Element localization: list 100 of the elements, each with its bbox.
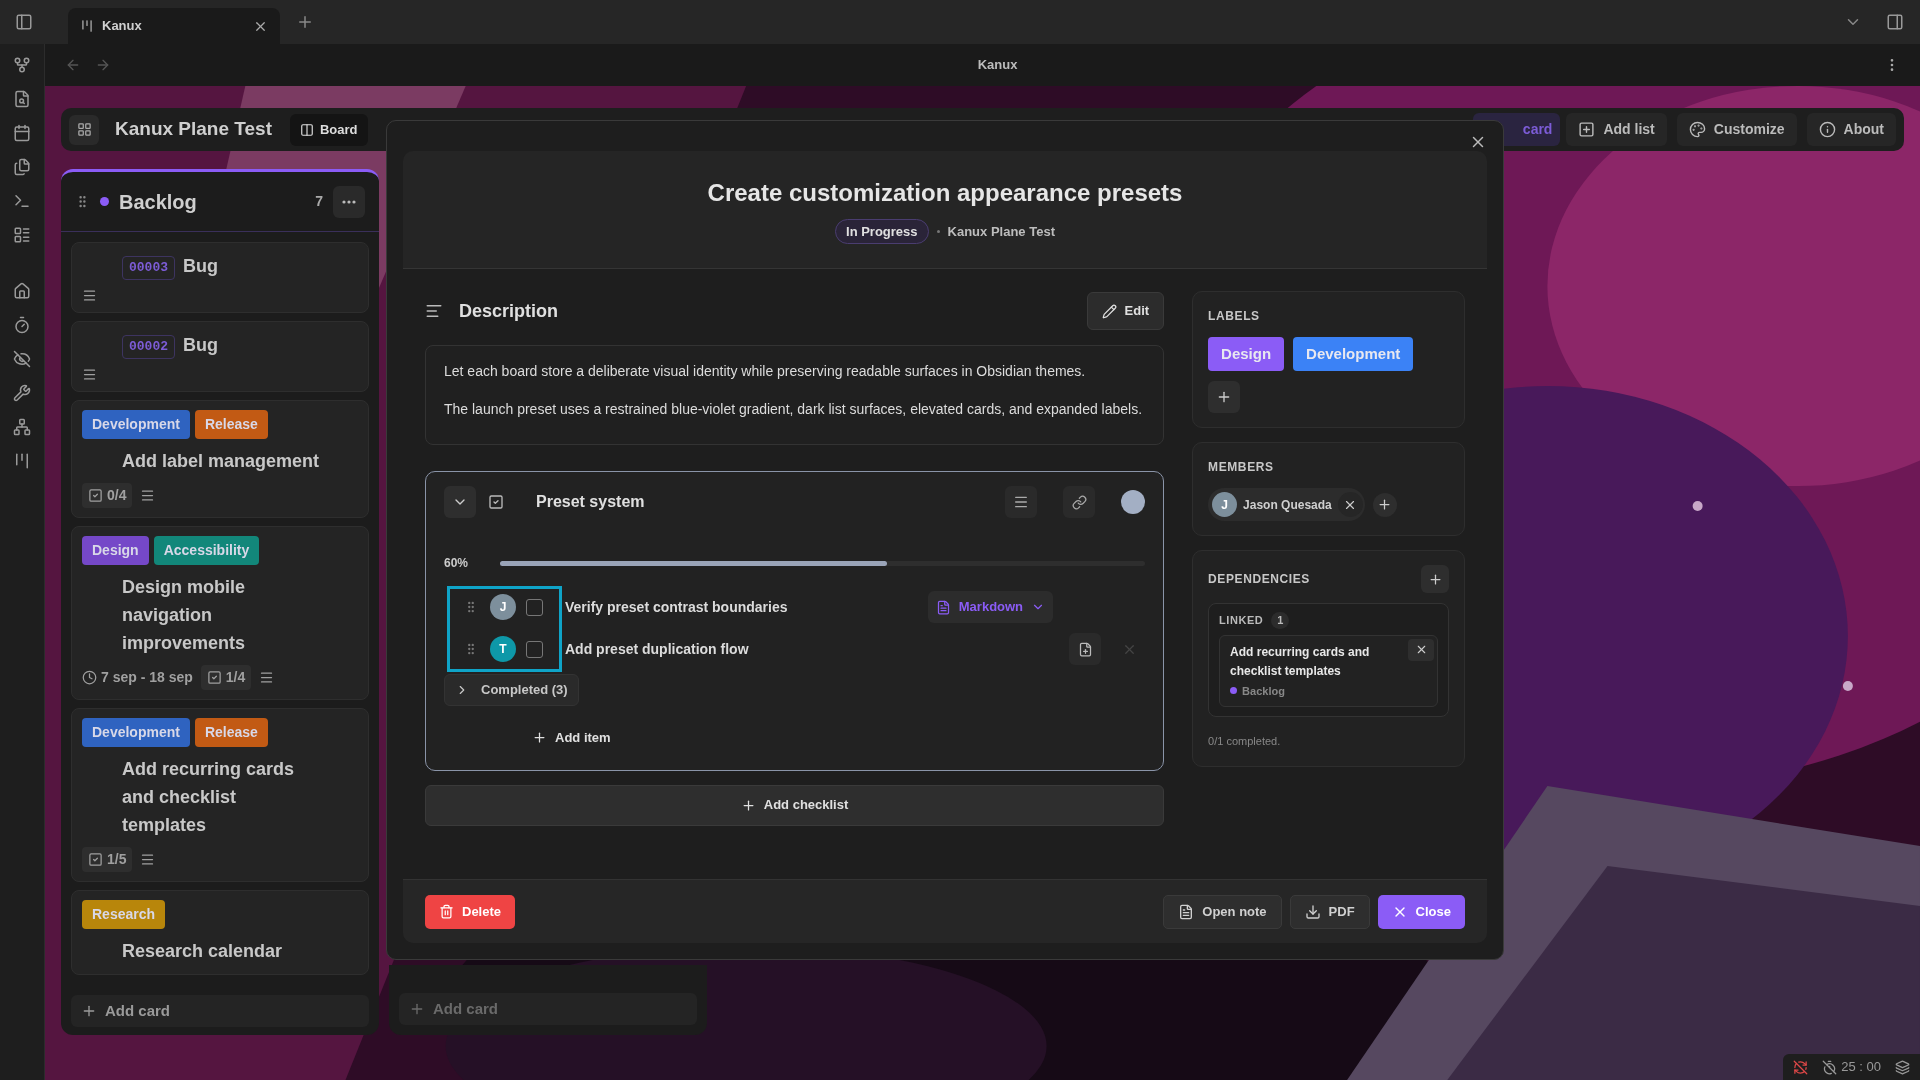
- sync-off-icon[interactable]: [1793, 1059, 1809, 1075]
- view-title: Kanux: [976, 56, 1019, 75]
- card-title: Add recurring cards and checklist templates: [122, 758, 296, 837]
- list-title: Backlog: [119, 189, 198, 215]
- plus-icon: [81, 1003, 97, 1019]
- status-badge: In Progress: [835, 218, 929, 245]
- dialog-title: Create customization appearance presets: [707, 177, 1183, 208]
- list-menu-button[interactable]: [333, 185, 365, 218]
- card[interactable]: Research Research calendar: [71, 890, 369, 975]
- timer: 25 : 00: [1841, 1058, 1881, 1077]
- view-tab[interactable]: Board: [290, 113, 368, 146]
- add-icon: [1578, 121, 1596, 138]
- add-item-button[interactable]: Add item: [532, 728, 611, 748]
- list-icon[interactable]: [13, 226, 31, 244]
- file-search-icon[interactable]: [13, 90, 31, 108]
- card-title: Design mobile navigation improvements: [122, 576, 247, 655]
- checklist-count: 0/4: [82, 483, 133, 508]
- completed-toggle[interactable]: Completed (3): [444, 674, 579, 706]
- grid-button[interactable]: [69, 114, 99, 145]
- dependency-card[interactable]: Add recurring cards and checklist templates Backlog: [1219, 634, 1438, 707]
- add-member-button[interactable]: [1372, 492, 1397, 517]
- card-dates: 7 sep - 18 sep: [101, 668, 193, 687]
- color-swatch[interactable]: [1121, 490, 1146, 514]
- board-icon[interactable]: [13, 452, 31, 470]
- footer-button[interactable]: Open note: [1163, 894, 1282, 929]
- card[interactable]: 00003 Bug: [71, 242, 369, 313]
- info-icon: [1818, 121, 1836, 138]
- eye-off-icon[interactable]: [13, 350, 31, 368]
- card-title: Research calendar: [122, 940, 283, 963]
- card[interactable]: Development Release Add recurring cards and checklist templates 1/5: [71, 708, 369, 882]
- footer-button[interactable]: PDF: [1289, 894, 1370, 929]
- link-button[interactable]: [1063, 486, 1096, 518]
- checkbox-icon: [88, 852, 103, 867]
- description-toggle-button[interactable]: [1005, 486, 1038, 518]
- checkbox-icon: [206, 670, 222, 685]
- network-icon[interactable]: [13, 418, 31, 436]
- checklist-count: 1/5: [82, 847, 133, 872]
- footer-button[interactable]: Close: [1377, 894, 1465, 929]
- header-button[interactable]: Add list: [1566, 113, 1667, 146]
- home-icon[interactable]: [13, 282, 31, 300]
- right-sidebar-toggle-icon[interactable]: [1886, 13, 1904, 31]
- card-count: 7: [315, 192, 323, 211]
- card[interactable]: Design Accessibility Design mobile navigation improvements 7 sep - 18 sep 1/4: [71, 526, 369, 700]
- card-label: Release: [194, 718, 268, 747]
- tab-title: Kanux: [102, 17, 143, 36]
- checklist-title: Preset system: [536, 492, 646, 512]
- card-label: Development: [82, 718, 190, 747]
- checklist-count: 1/4: [200, 665, 252, 690]
- document-icon: [1178, 903, 1195, 920]
- collapse-button[interactable]: [444, 486, 476, 518]
- palette-icon: [1688, 121, 1706, 138]
- delete-button[interactable]: Delete: [425, 894, 516, 929]
- add-dependency-button[interactable]: [1421, 565, 1449, 593]
- header-button[interactable]: About: [1806, 113, 1896, 146]
- columns-icon: [300, 122, 314, 137]
- header-button[interactable]: Customize: [1676, 113, 1797, 146]
- add-label-button[interactable]: [1208, 381, 1241, 413]
- terminal-icon[interactable]: [13, 192, 31, 210]
- more-icon: [342, 199, 356, 204]
- new-tab-icon[interactable]: [296, 13, 314, 31]
- branch-icon[interactable]: [13, 56, 31, 74]
- card-title: Bug: [183, 334, 218, 357]
- calendar-icon[interactable]: [13, 124, 31, 142]
- board-icon: [80, 19, 94, 33]
- card-label: Development: [82, 410, 190, 439]
- trash-icon: [439, 904, 454, 919]
- link-icon: [1071, 494, 1087, 510]
- add-checklist-button[interactable]: Add checklist: [425, 784, 1165, 826]
- card-label: Release: [194, 410, 268, 439]
- card-label: Research: [82, 900, 166, 929]
- checklist-icon: [488, 494, 504, 510]
- panel-heading: MEMBERS: [1208, 459, 1275, 476]
- timer-icon[interactable]: [13, 316, 31, 334]
- download-icon: [1304, 903, 1321, 920]
- section-heading: Description: [459, 299, 560, 323]
- avatar: J: [490, 594, 516, 620]
- description-icon: [425, 302, 443, 320]
- remove-dependency-button[interactable]: [1408, 638, 1434, 661]
- browser-tab[interactable]: Kanux: [68, 8, 280, 44]
- item-checkbox[interactable]: [526, 640, 543, 658]
- add-note-button[interactable]: [1069, 633, 1102, 665]
- card[interactable]: Development Release Add label management 0/4: [71, 400, 369, 518]
- card-id: 00003: [122, 256, 175, 280]
- sidebar-toggle-icon[interactable]: [15, 13, 33, 31]
- plus-icon: [740, 797, 756, 813]
- tools-icon[interactable]: [13, 384, 31, 402]
- description-text: The launch preset uses a restrained blue-violet gradient, dark list surfaces, elevated cards, and expanded labels.: [444, 400, 1144, 419]
- timer-off-icon[interactable]: [1822, 1059, 1838, 1075]
- remove-member-button[interactable]: [1337, 492, 1363, 517]
- layers-icon[interactable]: [1895, 1059, 1910, 1075]
- item-checkbox[interactable]: [526, 598, 543, 616]
- checkbox-icon: [88, 488, 103, 503]
- linked-count: 1: [1271, 612, 1290, 629]
- progress-percent: 60%: [444, 555, 470, 572]
- edit-button[interactable]: Edit: [1086, 292, 1165, 330]
- add-card-button[interactable]: Add card: [71, 995, 369, 1027]
- card-title: Bug: [183, 255, 218, 278]
- files-icon[interactable]: [13, 158, 31, 176]
- grid-icon: [76, 122, 92, 137]
- card[interactable]: 00002 Bug: [71, 321, 369, 392]
